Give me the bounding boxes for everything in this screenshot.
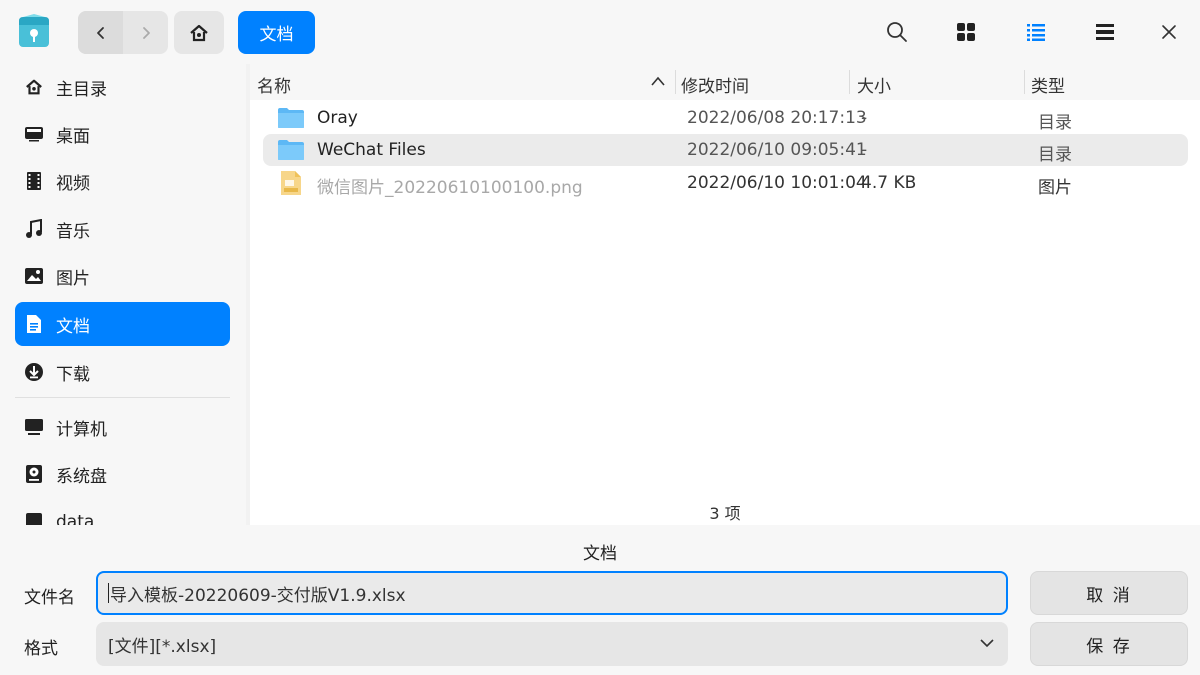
file-row[interactable]: Oray 2022/06/08 20:17:13 - 目录 xyxy=(263,102,1188,134)
column-separator[interactable] xyxy=(675,70,676,94)
close-icon[interactable] xyxy=(1156,19,1182,45)
home-icon xyxy=(190,24,208,41)
back-icon xyxy=(96,26,104,39)
file-row[interactable]: 微信图片_20220610100100.png 2022/06/10 10:01… xyxy=(263,167,1188,199)
column-separator[interactable] xyxy=(1024,70,1025,94)
column-modified-header[interactable]: 修改时间 xyxy=(681,72,749,97)
sidebar-item-music[interactable]: 音乐 xyxy=(15,207,230,251)
sidebar-item-label: 下载 xyxy=(56,364,90,385)
column-name-header[interactable]: 名称 xyxy=(257,72,291,97)
app-icon xyxy=(17,13,51,49)
forward-button[interactable] xyxy=(123,11,168,54)
save-panel: 文档 文件名 导入模板-20220609-交付版V1.9.xlsx 取 消 格式… xyxy=(0,525,1200,675)
list-view-icon[interactable] xyxy=(1023,19,1049,45)
picture-icon xyxy=(23,265,45,287)
desktop-icon xyxy=(23,123,45,145)
file-list: 名称 修改时间 大小 类型 Oray 2022/06/08 20:17:13 -… xyxy=(250,64,1200,525)
file-modified: 2022/06/10 10:01:04 xyxy=(687,173,867,193)
sidebar: 主目录 桌面 视频 音乐 图片 文档 下载 计算机 系统盘 data xyxy=(0,64,246,525)
sidebar-item-computer[interactable]: 计算机 xyxy=(15,405,230,449)
filename-input[interactable]: 导入模板-20220609-交付版V1.9.xlsx xyxy=(96,571,1008,615)
chevron-down-icon xyxy=(980,639,994,648)
file-size: - xyxy=(861,140,868,160)
sidebar-item-label: 音乐 xyxy=(56,221,90,242)
sidebar-item-label: 系统盘 xyxy=(56,466,107,487)
file-type: 目录 xyxy=(1038,113,1072,133)
detail-view-icon[interactable] xyxy=(1092,19,1118,45)
sidebar-item-videos[interactable]: 视频 xyxy=(15,159,230,203)
video-icon xyxy=(23,170,45,192)
home-button[interactable] xyxy=(174,11,224,54)
file-row[interactable]: WeChat Files 2022/06/10 09:05:41 - 目录 xyxy=(263,134,1188,166)
current-folder-label: 文档 xyxy=(583,544,617,564)
sidebar-item-desktop[interactable]: 桌面 xyxy=(15,112,230,156)
music-icon xyxy=(23,218,45,240)
file-modified: 2022/06/08 20:17:13 xyxy=(687,108,867,128)
sidebar-item-documents[interactable]: 文档 xyxy=(15,302,230,346)
computer-icon xyxy=(23,416,45,438)
file-name: 微信图片_20220610100100.png xyxy=(317,178,583,198)
icon-view-icon[interactable] xyxy=(953,19,979,45)
folder-icon xyxy=(278,108,304,128)
breadcrumb-documents[interactable]: 文档 xyxy=(238,11,315,54)
sidebar-item-home[interactable]: 主目录 xyxy=(15,65,230,109)
text-caret xyxy=(108,583,109,603)
sort-ascending-icon[interactable] xyxy=(651,75,665,87)
forward-icon xyxy=(142,26,150,39)
column-type-header[interactable]: 类型 xyxy=(1031,72,1065,97)
back-button[interactable] xyxy=(78,11,123,54)
column-separator[interactable] xyxy=(849,70,850,94)
sidebar-item-label: 文档 xyxy=(56,316,90,337)
column-header: 名称 修改时间 大小 类型 xyxy=(250,64,1200,100)
sidebar-item-label: 视频 xyxy=(56,173,90,194)
format-label: 格式 xyxy=(24,639,58,659)
download-icon xyxy=(23,361,45,383)
sidebar-divider xyxy=(15,397,230,398)
cancel-button[interactable]: 取 消 xyxy=(1030,571,1188,615)
filename-label: 文件名 xyxy=(24,588,75,608)
file-type: 图片 xyxy=(1038,178,1072,198)
search-icon[interactable] xyxy=(884,19,910,45)
filename-value: 导入模板-20220609-交付版V1.9.xlsx xyxy=(110,585,406,606)
sidebar-item-pictures[interactable]: 图片 xyxy=(15,254,230,298)
sidebar-item-system-disk[interactable]: 系统盘 xyxy=(15,452,230,496)
file-name: Oray xyxy=(317,108,358,128)
sidebar-item-label: 主目录 xyxy=(56,79,107,100)
item-count: 3 项 xyxy=(709,504,741,523)
history-nav xyxy=(78,11,168,54)
drive-icon xyxy=(23,511,45,525)
column-size-header[interactable]: 大小 xyxy=(857,72,891,97)
sidebar-item-downloads[interactable]: 下载 xyxy=(15,350,230,394)
sidebar-item-data[interactable]: data xyxy=(15,500,230,525)
file-name: WeChat Files xyxy=(317,140,426,160)
folder-icon xyxy=(278,140,304,160)
sidebar-item-label: data xyxy=(56,512,95,525)
disk-icon xyxy=(23,463,45,485)
document-icon xyxy=(23,313,45,335)
save-button[interactable]: 保 存 xyxy=(1030,622,1188,666)
title-bar: 文档 xyxy=(0,0,1200,64)
file-size: 4.7 KB xyxy=(861,173,917,193)
sidebar-item-label: 桌面 xyxy=(56,126,90,147)
format-value: [文件][*.xlsx] xyxy=(108,636,217,657)
sidebar-item-label: 图片 xyxy=(56,268,90,289)
sidebar-item-label: 计算机 xyxy=(56,419,107,440)
format-select[interactable]: [文件][*.xlsx] xyxy=(96,622,1008,666)
png-file-icon xyxy=(281,171,301,195)
file-type: 目录 xyxy=(1038,145,1072,165)
home-icon xyxy=(23,76,45,98)
file-modified: 2022/06/10 09:05:41 xyxy=(687,140,867,160)
file-size: - xyxy=(861,108,868,128)
